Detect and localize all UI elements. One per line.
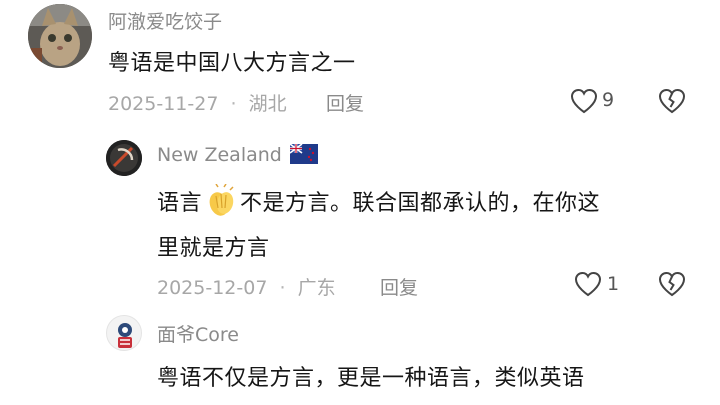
- comment-text: 语言 不是方言。联合国都承认的，在你这: [157, 184, 600, 218]
- comment-text: 粤语不仅是方言，更是一种语言，类似英语: [157, 366, 585, 391]
- avatar[interactable]: [106, 315, 142, 351]
- comment-text: 里就是方言: [157, 236, 270, 261]
- comment-location: 湖北: [248, 93, 287, 115]
- like-count: 1: [607, 273, 620, 295]
- dislike-button[interactable]: [657, 270, 687, 298]
- reply-button[interactable]: 回复: [380, 273, 418, 300]
- text-part: 不是方言。联合国都承认的，在你这: [240, 191, 601, 216]
- heart-icon: [574, 271, 602, 297]
- avatar[interactable]: [28, 4, 92, 68]
- comment-username[interactable]: 阿澈爱吃饺子: [108, 7, 222, 34]
- like-button[interactable]: [573, 270, 603, 298]
- text-part: 语言: [157, 191, 203, 216]
- broken-heart-icon: [658, 88, 686, 114]
- comment-username[interactable]: New Zealand: [157, 144, 318, 166]
- broken-heart-icon: [658, 271, 686, 297]
- dislike-button[interactable]: [657, 87, 687, 115]
- new-zealand-flag-icon: [289, 144, 318, 164]
- like-button[interactable]: [569, 87, 599, 115]
- meta-separator: ·: [230, 93, 237, 115]
- like-count: 9: [602, 89, 615, 111]
- reply-button[interactable]: 回复: [326, 89, 364, 116]
- comment-meta: 2025-12-07 · 广东: [157, 273, 336, 300]
- comment-date: 2025-11-27: [108, 93, 219, 115]
- heart-icon: [570, 88, 598, 114]
- comment-username[interactable]: 面爷Core: [157, 320, 239, 347]
- comment-text: 粤语是中国八大方言之一: [108, 51, 356, 76]
- avatar[interactable]: [106, 140, 142, 176]
- comment-location: 广东: [297, 277, 336, 299]
- clapping-hands-icon: [204, 184, 238, 218]
- username-text[interactable]: New Zealand: [157, 144, 282, 166]
- comment-date: 2025-12-07: [157, 277, 268, 299]
- comment-meta: 2025-11-27 · 湖北: [108, 89, 287, 116]
- meta-separator: ·: [279, 277, 286, 299]
